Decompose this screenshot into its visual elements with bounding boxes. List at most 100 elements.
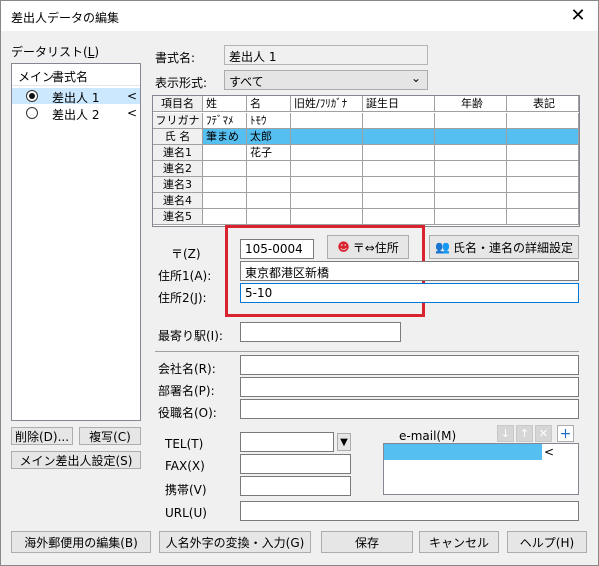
grid-cell[interactable] xyxy=(363,209,435,225)
grid-cell[interactable] xyxy=(363,177,435,193)
grid-cell[interactable]: ﾄﾓｳ xyxy=(247,113,291,129)
grid-cell[interactable] xyxy=(291,193,363,209)
fax-field[interactable] xyxy=(240,454,351,474)
main-sender-button[interactable]: メイン差出人設定(S) xyxy=(11,451,141,469)
cancel-button[interactable]: キャンセル xyxy=(419,531,499,553)
zip-address-button[interactable]: ☻ 〒⇔住所 xyxy=(327,235,409,259)
chevron-left-icon[interactable]: < xyxy=(544,445,554,459)
grid-cell[interactable] xyxy=(507,193,579,209)
grid-header: 旧姓/ﾌﾘｶﾞﾅ xyxy=(291,96,363,112)
email-list[interactable]: < xyxy=(383,443,579,495)
delete-button[interactable]: 削除(D)... xyxy=(11,427,73,445)
add-email-icon[interactable]: + xyxy=(557,425,574,442)
gaiji-button[interactable]: 人名外字の変換・入力(G) xyxy=(159,531,311,553)
grid-cell[interactable] xyxy=(435,129,507,145)
grid-cell[interactable] xyxy=(291,145,363,161)
help-button[interactable]: ヘルプ(H) xyxy=(507,531,587,553)
grid-row[interactable]: 連名5 xyxy=(153,209,579,225)
grid-cell[interactable]: 花子 xyxy=(247,145,291,161)
move-up-icon[interactable]: ↑ xyxy=(516,425,533,442)
grid-cell[interactable] xyxy=(363,113,435,129)
grid-row-label: 連名4 xyxy=(153,193,203,209)
grid-cell[interactable] xyxy=(435,209,507,225)
grid-cell[interactable] xyxy=(203,145,247,161)
close-icon[interactable]: ✕ xyxy=(566,4,590,28)
grid-cell[interactable]: ﾌﾃﾞﾏﾒ xyxy=(203,113,247,129)
grid-row[interactable]: 氏 名筆まめ 太郎 xyxy=(153,129,579,145)
grid-cell[interactable] xyxy=(247,209,291,225)
grid-cell[interactable] xyxy=(247,177,291,193)
chevron-left-icon[interactable]: < xyxy=(124,88,140,104)
grid-cell[interactable] xyxy=(247,193,291,209)
filter-icon[interactable]: ▼ xyxy=(337,433,351,451)
people-icon: 👥 xyxy=(435,240,450,254)
grid-cell[interactable] xyxy=(363,129,435,145)
mobile-field[interactable] xyxy=(240,476,351,496)
list-item[interactable]: 差出人 2 < xyxy=(12,105,140,122)
format-name-field[interactable]: 差出人 1 xyxy=(224,45,428,65)
format-name-label: 書式名: xyxy=(155,51,196,65)
delete-email-icon[interactable]: ✕ xyxy=(535,425,552,442)
grid-cell[interactable] xyxy=(435,113,507,129)
grid-cell[interactable] xyxy=(203,193,247,209)
copy-button[interactable]: 複写(C) xyxy=(79,427,141,445)
grid-cell[interactable]: 筆まめ xyxy=(203,129,247,145)
list-item-name: 差出人 2 xyxy=(52,108,100,122)
main-radio-icon[interactable] xyxy=(26,90,38,102)
grid-cell[interactable] xyxy=(435,193,507,209)
grid-cell[interactable] xyxy=(291,209,363,225)
grid-cell[interactable] xyxy=(203,161,247,177)
grid-cell[interactable] xyxy=(435,161,507,177)
grid-row[interactable]: フリガナ ﾌﾃﾞﾏﾒ ﾄﾓｳ xyxy=(153,113,579,129)
grid-row-label: 連名3 xyxy=(153,177,203,193)
chevron-left-icon[interactable]: < xyxy=(124,105,140,121)
grid-header: 項目名 xyxy=(153,96,203,112)
job-title-label: 役職名(O): xyxy=(158,406,217,420)
grid-cell[interactable] xyxy=(363,161,435,177)
department-field[interactable] xyxy=(240,377,579,397)
grid-cell[interactable] xyxy=(507,161,579,177)
address1-field[interactable]: 東京都港区新橋 xyxy=(240,261,579,281)
job-title-field[interactable] xyxy=(240,399,579,419)
grid-cell[interactable] xyxy=(291,177,363,193)
grid-row[interactable]: 連名4 xyxy=(153,193,579,209)
grid-cell[interactable]: 太郎 xyxy=(247,129,291,145)
grid-cell[interactable] xyxy=(363,193,435,209)
grid-cell[interactable] xyxy=(291,161,363,177)
save-button[interactable]: 保存 xyxy=(321,531,413,553)
grid-row[interactable]: 連名2 xyxy=(153,161,579,177)
address2-field[interactable]: 5-10 xyxy=(240,283,579,303)
grid-cell[interactable] xyxy=(435,145,507,161)
grid-cell[interactable] xyxy=(291,113,363,129)
grid-cell[interactable] xyxy=(507,209,579,225)
zip-address-label: 〒⇔住所 xyxy=(352,240,399,255)
grid-row[interactable]: 連名3 xyxy=(153,177,579,193)
grid-row[interactable]: 連名1 花子 xyxy=(153,145,579,161)
grid-cell[interactable] xyxy=(203,177,247,193)
url-field[interactable] xyxy=(240,501,579,521)
grid-cell[interactable] xyxy=(291,129,363,145)
grid-cell[interactable] xyxy=(247,161,291,177)
name-grid[interactable]: 項目名 姓 名 旧姓/ﾌﾘｶﾞﾅ 誕生日 年齢 表記 フリガナ ﾌﾃﾞﾏﾒ ﾄﾓｳ氏… xyxy=(152,95,580,227)
grid-cell[interactable] xyxy=(507,177,579,193)
email-list-item[interactable] xyxy=(384,444,542,460)
grid-cell[interactable] xyxy=(507,145,579,161)
overseas-mail-button[interactable]: 海外郵便用の編集(B) xyxy=(11,531,151,553)
name-detail-button[interactable]: 👥 氏名・連名の詳細設定 xyxy=(429,235,579,259)
display-format-select[interactable]: すべて ⌄ xyxy=(224,70,428,90)
grid-cell[interactable] xyxy=(435,177,507,193)
list-item[interactable]: 差出人 1 < xyxy=(12,88,140,105)
list-item-name: 差出人 1 xyxy=(52,91,100,105)
grid-cell[interactable] xyxy=(507,129,579,145)
grid-cell[interactable] xyxy=(507,113,579,129)
data-list[interactable]: メイン 書式名 差出人 1 < 差出人 2 < xyxy=(11,63,141,421)
grid-cell[interactable] xyxy=(363,145,435,161)
main-radio-icon[interactable] xyxy=(26,107,38,119)
station-field[interactable] xyxy=(240,322,401,342)
grid-row-label: フリガナ xyxy=(153,113,203,129)
tel-field[interactable] xyxy=(240,432,334,452)
company-field[interactable] xyxy=(240,355,579,375)
zip-field[interactable]: 105-0004 xyxy=(240,239,314,259)
grid-cell[interactable] xyxy=(203,209,247,225)
move-down-icon[interactable]: ↓ xyxy=(497,425,514,442)
